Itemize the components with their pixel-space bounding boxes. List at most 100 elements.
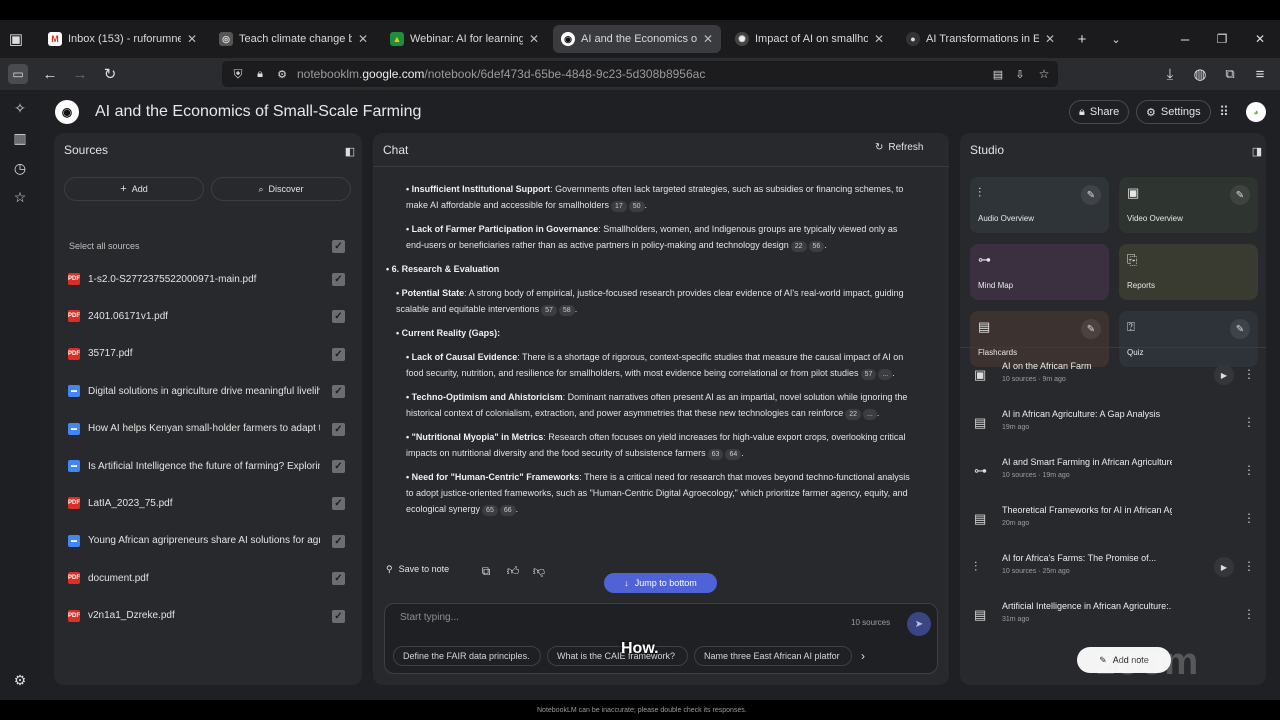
citation-chip[interactable]: 50 [628, 201, 645, 212]
discover-button[interactable]: ⌕ Discover [211, 177, 351, 201]
downloads-icon[interactable]: ⤓ [1160, 64, 1180, 84]
citation-chip[interactable]: 58 [558, 305, 575, 316]
restore-icon[interactable]: ❐ [1212, 29, 1232, 49]
edit-icon[interactable]: ✎ [1230, 185, 1250, 205]
settings-gear-icon[interactable]: ⚙ [10, 670, 30, 690]
close-icon[interactable]: ✕ [358, 32, 368, 46]
thumbs-up-icon[interactable]: 👍︎ [503, 561, 523, 581]
url-text[interactable]: notebooklm.google.com/notebook/6def473d-… [297, 67, 705, 81]
tab-notebooklm[interactable]: ◉ AI and the Economics of Sm ✕ [553, 25, 721, 53]
thumbs-down-icon[interactable]: 👎︎ [529, 561, 549, 581]
source-checkbox[interactable]: ✓ [332, 310, 345, 324]
notebook-title[interactable]: AI and the Economics of Small-Scale Farm… [95, 103, 421, 121]
close-icon[interactable]: ✕ [703, 32, 713, 46]
more-options-icon[interactable]: ⋮ [1243, 415, 1255, 429]
source-item[interactable]: ▬ Digital solutions in agriculture drive … [68, 381, 348, 401]
studio-note-item[interactable]: ▤ Artificial Intelligence in African Agri… [970, 601, 1255, 641]
address-bar[interactable]: ⛨ 🔒︎ ⚙ notebooklm.google.com/notebook/6d… [222, 61, 1058, 87]
source-item[interactable]: PDF 2401.06171v1.pdf [68, 306, 348, 326]
tab-gmail[interactable]: M Inbox (153) - ruforumnetwo ✕ [40, 25, 205, 53]
studio-tile-flashcards[interactable]: ▤ Flashcards ✎ [970, 311, 1109, 367]
more-options-icon[interactable]: ⋮ [1243, 607, 1255, 621]
source-checkbox[interactable]: ✓ [332, 347, 345, 361]
studio-note-item[interactable]: ⊶ AI and Smart Farming in African Agricul… [970, 457, 1255, 497]
play-icon[interactable]: ▶ [1214, 365, 1234, 385]
source-item[interactable]: ▬ Young African agripreneurs share AI sol… [68, 531, 348, 551]
window-close-icon[interactable]: ✕ [1250, 29, 1270, 49]
source-item[interactable]: PDF 1-s2.0-S2772375522000971-main.pdf [68, 269, 348, 289]
select-all-checkbox[interactable]: ✓ [332, 240, 345, 253]
studio-note-item[interactable]: ⫶ AI for Africa's Farms: The Promise of..… [970, 553, 1255, 593]
source-checkbox[interactable]: ✓ [332, 609, 345, 623]
source-item[interactable]: PDF 35717.pdf [68, 344, 348, 364]
collections-icon[interactable]: ▥ [10, 128, 30, 148]
chat-input-placeholder[interactable]: Start typing... [400, 612, 459, 623]
apps-grid-icon[interactable]: ⠿ [1214, 102, 1234, 122]
citation-chip[interactable]: 17 [610, 201, 627, 212]
save-page-icon[interactable]: ⇩ [1010, 64, 1030, 84]
copy-icon[interactable]: ⧉ [476, 561, 496, 581]
share-button[interactable]: 🔒︎ Share [1069, 100, 1130, 124]
save-to-note-button[interactable]: ⚲ Save to note [386, 559, 449, 579]
source-checkbox[interactable]: ✓ [332, 273, 345, 286]
back-icon[interactable]: ← [40, 64, 60, 84]
tab-ai-transformations[interactable]: ● AI Transformations in East Af ✕ [898, 25, 1063, 53]
extensions-icon[interactable]: ⧉ [1220, 64, 1240, 84]
bookmarks-icon[interactable]: ☆ [10, 187, 30, 207]
forward-icon[interactable]: → [70, 64, 90, 84]
bookmark-star-icon[interactable]: ☆ [1034, 64, 1054, 84]
tab-list-icon[interactable]: ⌄ [1106, 29, 1126, 49]
notebooklm-logo[interactable]: ◉ [55, 100, 79, 124]
more-options-icon[interactable]: ⋮ [1243, 463, 1255, 477]
citation-chip[interactable]: ... [863, 409, 877, 420]
studio-tile-quiz[interactable]: ⍰ Quiz ✎ [1119, 311, 1258, 367]
citation-chip[interactable]: 66 [499, 505, 516, 516]
more-options-icon[interactable]: ⋮ [1243, 367, 1255, 381]
close-icon[interactable]: ✕ [187, 32, 197, 46]
tab-webinar[interactable]: ▲ Webinar: AI for learning - Go ✕ [382, 25, 547, 53]
source-item[interactable]: ▬ How AI helps Kenyan small-holder farmer… [68, 419, 348, 439]
citation-chip[interactable]: 56 [808, 241, 825, 252]
ai-sparkle-icon[interactable]: ✧ [10, 98, 30, 118]
citation-chip[interactable]: 22 [845, 409, 862, 420]
permissions-icon[interactable]: ⚙ [272, 64, 292, 84]
close-icon[interactable]: ✕ [874, 32, 884, 46]
citation-chip[interactable]: 22 [790, 241, 807, 252]
chevron-right-icon[interactable]: › [853, 646, 873, 666]
studio-note-item[interactable]: ▤ Theoretical Frameworks for AI in Africa… [970, 505, 1255, 545]
source-checkbox[interactable]: ✓ [332, 385, 345, 399]
citation-chip[interactable]: 63 [707, 449, 724, 460]
send-button[interactable]: ➤ [907, 612, 931, 636]
source-checkbox[interactable]: ✓ [332, 460, 345, 473]
sidebar-toggle-icon[interactable]: ▭ [8, 64, 28, 84]
minimize-icon[interactable]: – [1175, 29, 1195, 49]
citation-chip[interactable]: ... [878, 369, 893, 380]
more-options-icon[interactable]: ⋮ [1243, 511, 1255, 525]
tab-teach-climate[interactable]: ◎ Teach climate change basics ✕ [211, 25, 376, 53]
studio-tile-waveform[interactable]: ⫶ Audio Overview ✎ [970, 177, 1109, 233]
shield-icon[interactable]: ⛨ [228, 64, 248, 84]
source-item[interactable]: PDF LatIA_2023_75.pdf [68, 493, 348, 513]
collapse-panel-icon[interactable]: ◨ [1247, 141, 1267, 161]
menu-icon[interactable]: ≡ [1250, 64, 1270, 84]
source-item[interactable]: ▬ Is Artificial Intelligence the future o… [68, 456, 348, 476]
refresh-button[interactable]: ↻ Refresh [875, 142, 923, 153]
collapse-panel-icon[interactable]: ◧ [340, 141, 360, 161]
citation-chip[interactable]: 64 [725, 449, 742, 460]
studio-tile-video[interactable]: ▣ Video Overview ✎ [1119, 177, 1258, 233]
studio-note-item[interactable]: ▤ AI in African Agriculture: A Gap Analys… [970, 409, 1255, 449]
suggestion-chip[interactable]: Name three East African AI platfor [694, 646, 852, 666]
reload-icon[interactable]: ↻ [100, 64, 120, 84]
source-item[interactable]: PDF v2n1a1_Dzreke.pdf [68, 606, 348, 626]
studio-tile-mindmap[interactable]: ⊶ Mind Map [970, 244, 1109, 300]
jump-to-bottom-button[interactable]: ↓ Jump to bottom [604, 573, 717, 593]
history-icon[interactable]: ◷ [10, 158, 30, 178]
close-icon[interactable]: ✕ [1045, 32, 1055, 46]
reader-view-icon[interactable]: ▤ [988, 64, 1008, 84]
suggestion-chip[interactable]: Define the FAIR data principles. [393, 646, 541, 666]
suggestion-chip[interactable]: What is the CAIE framework? [547, 646, 688, 666]
edit-icon[interactable]: ✎ [1081, 319, 1101, 339]
new-tab-icon[interactable]: + [1072, 29, 1092, 49]
citation-chip[interactable]: 57 [860, 369, 877, 380]
edit-icon[interactable]: ✎ [1230, 319, 1250, 339]
